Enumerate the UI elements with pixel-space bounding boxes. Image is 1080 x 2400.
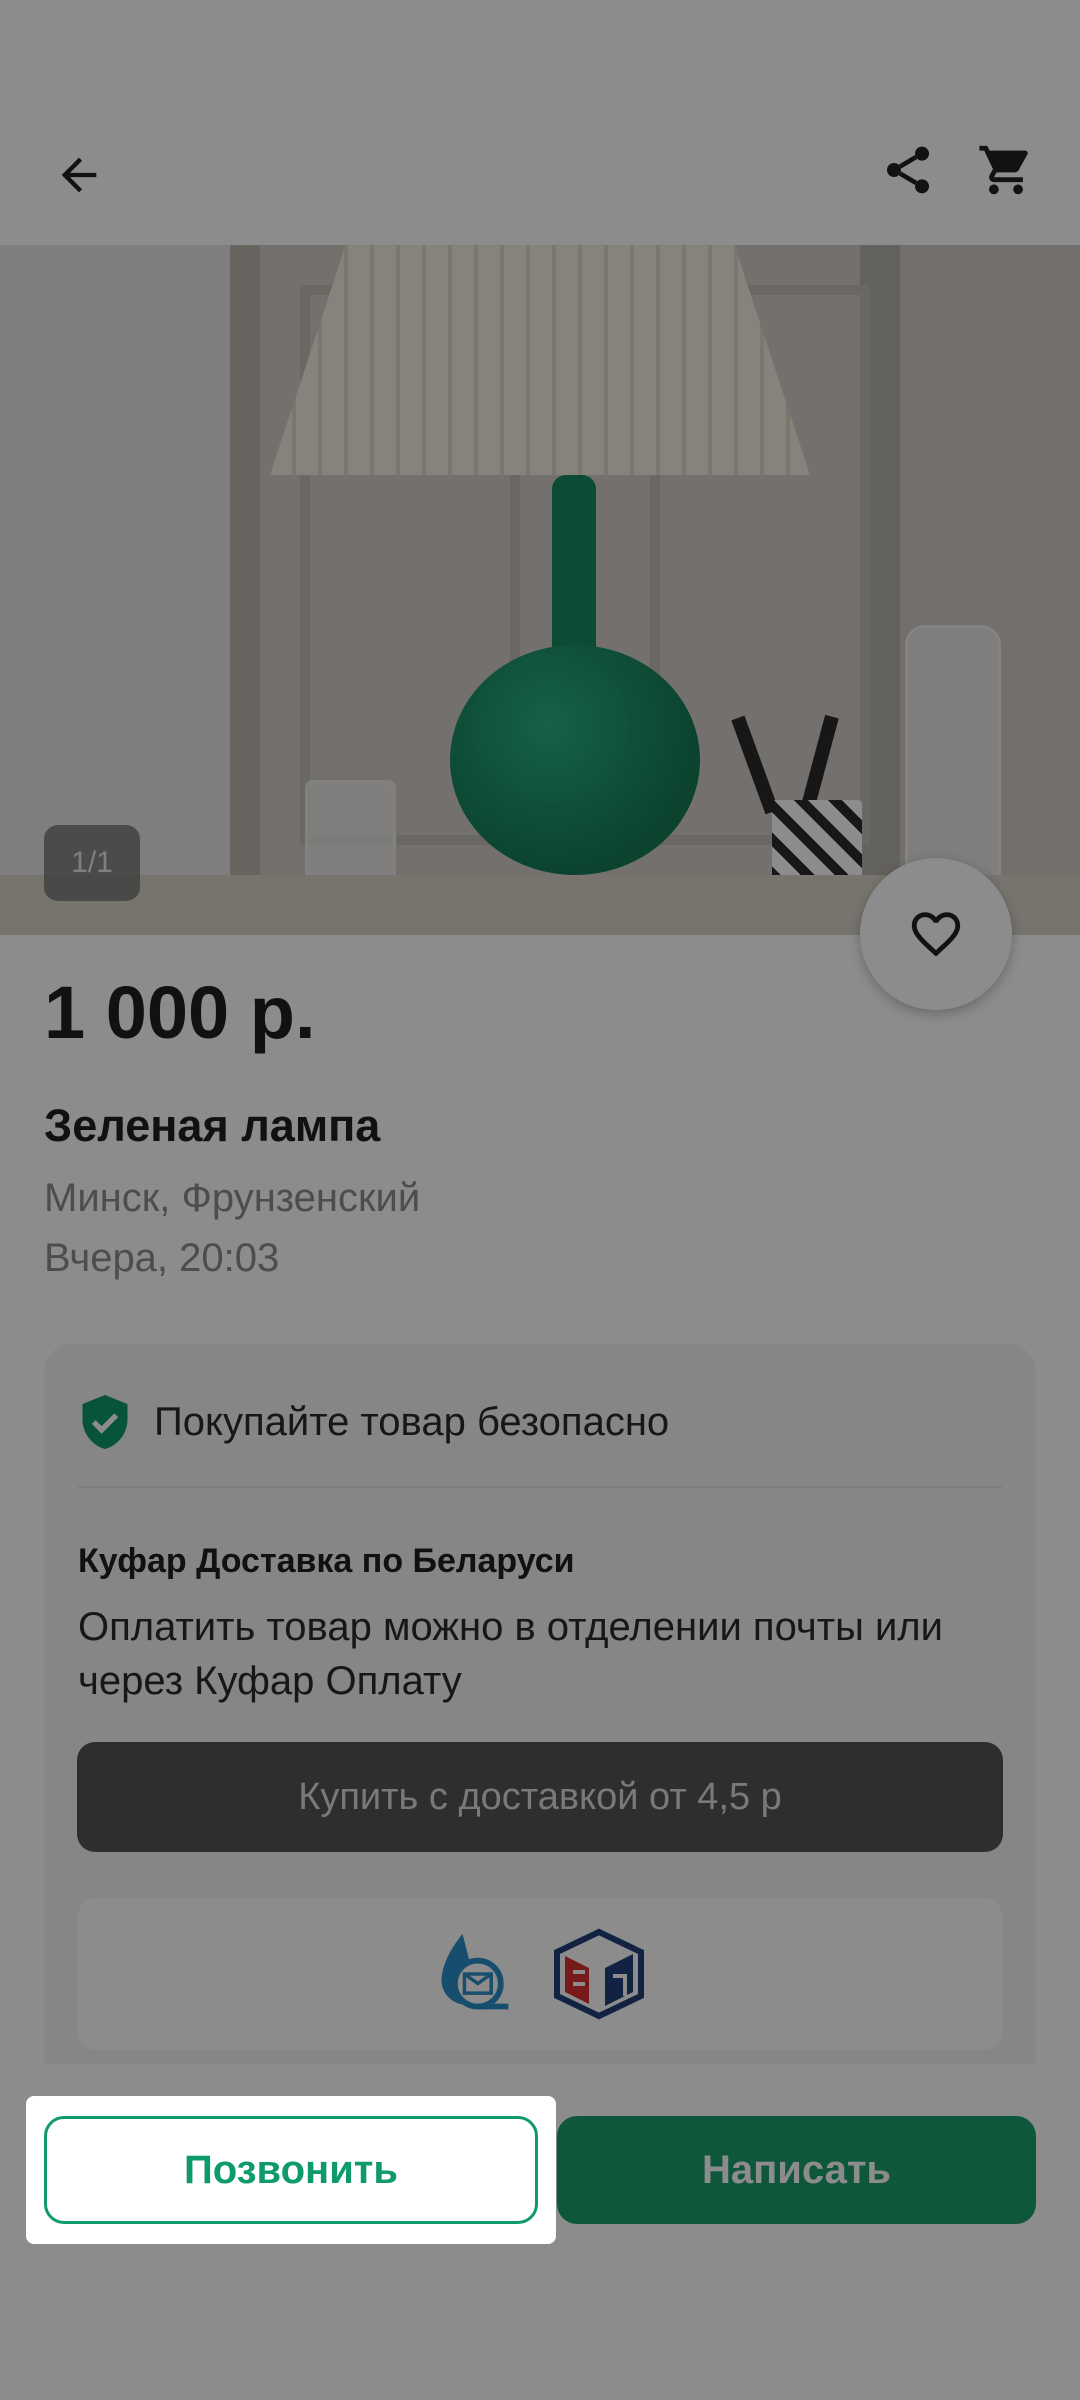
posted-date: Вчера, 20:03 — [44, 1236, 280, 1280]
top-app-bar — [0, 0, 1080, 245]
share-icon — [887, 146, 929, 194]
shield-check-icon — [82, 1395, 128, 1449]
listing-title: Зеленая лампа — [44, 1100, 381, 1151]
divider — [78, 1486, 1002, 1488]
write-button[interactable]: Написать — [557, 2116, 1036, 2224]
belpost-logo — [441, 1933, 509, 2010]
location: Минск, Фрунзенский — [44, 1176, 421, 1220]
delivery-logos — [77, 1898, 1003, 2050]
delivery-description: Оплатить товар можно в отделении почты и… — [78, 1605, 943, 1703]
image-counter: 1/1 — [44, 825, 140, 901]
call-button[interactable]: Позвонить — [44, 2116, 538, 2224]
share-button[interactable] — [862, 124, 954, 216]
product-photo[interactable] — [0, 245, 1080, 935]
photo-lamp-shade — [270, 245, 810, 475]
delivery-title: Куфар Доставка по Беларуси — [78, 1542, 575, 1580]
arrow-left-icon — [61, 157, 97, 193]
favorite-button[interactable] — [860, 858, 1012, 1010]
back-button[interactable] — [34, 130, 124, 220]
safe-purchase-text: Покупайте товар безопасно — [154, 1399, 670, 1444]
buy-with-delivery-button[interactable]: Купить с доставкой от 4,5 р — [77, 1742, 1003, 1852]
heart-icon — [911, 912, 961, 957]
safe-purchase-row[interactable]: Покупайте товар безопасно — [78, 1392, 669, 1452]
cart-icon — [979, 145, 1028, 195]
photo-lamp-base — [450, 645, 700, 875]
photo-glass-jar — [905, 625, 1001, 881]
price: 1 000 р. — [44, 971, 316, 1054]
evropochta-logo — [554, 1928, 644, 2020]
cart-button[interactable] — [960, 124, 1052, 216]
